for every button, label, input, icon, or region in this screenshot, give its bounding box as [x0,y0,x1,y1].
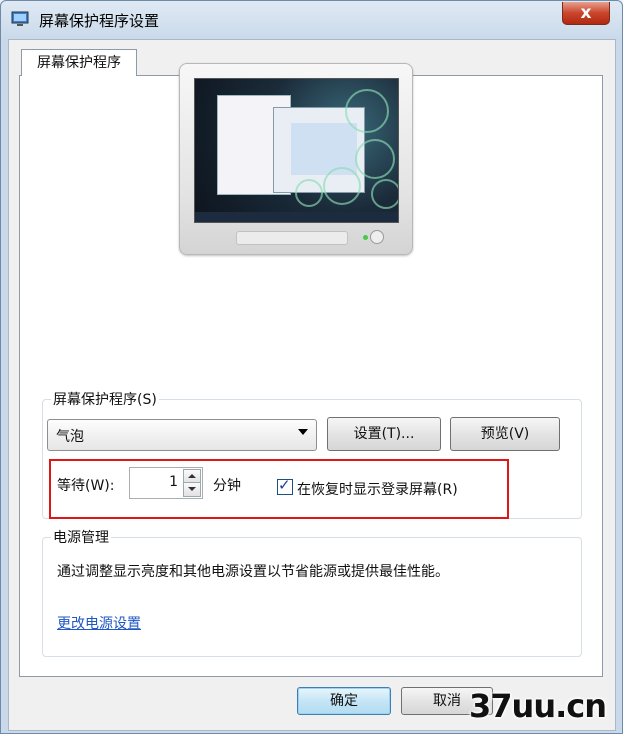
screensaver-group-legend: 屏幕保护程序(S) [51,389,159,409]
change-power-settings-link[interactable]: 更改电源设置 [57,613,141,633]
power-description: 通过调整显示亮度和其他电源设置以节省能源或提供最佳性能。 [57,564,449,580]
monitor-preview [179,63,413,255]
preview-button[interactable]: 预览(V) [450,417,560,451]
power-group-legend: 电源管理 [51,527,111,547]
bubble [323,167,361,205]
preview-screen [194,78,399,223]
window-title: 屏幕保护程序设置 [39,12,160,30]
close-button[interactable]: x [562,2,610,25]
bubble [371,179,398,209]
monitor-bezel-slot [236,231,348,245]
tab-screensaver[interactable]: 屏幕保护程序 [21,49,137,76]
chevron-down-icon [298,429,308,435]
bubble [295,179,323,207]
thumbnail-taskbar [195,212,398,222]
power-button-icon [370,230,384,244]
screensaver-select[interactable]: 气泡 [47,419,317,451]
screensaver-settings-dialog: 屏幕保护程序设置 x 屏幕保护程序 屏幕保护程序(S) 气泡 设置(T)... … [0,0,623,734]
bubble [355,139,395,179]
ok-button[interactable]: 确定 [297,687,391,715]
watermark-logo: 37uu.cn [469,687,607,725]
red-highlight-box [49,459,509,519]
settings-button[interactable]: 设置(T)... [327,417,441,451]
title-bar[interactable]: 屏幕保护程序设置 x [1,1,622,39]
screensaver-selected-value: 气泡 [56,429,84,445]
bubble [345,89,389,133]
display-properties-icon [11,11,29,26]
power-group [42,537,582,657]
power-led-icon [363,235,368,240]
